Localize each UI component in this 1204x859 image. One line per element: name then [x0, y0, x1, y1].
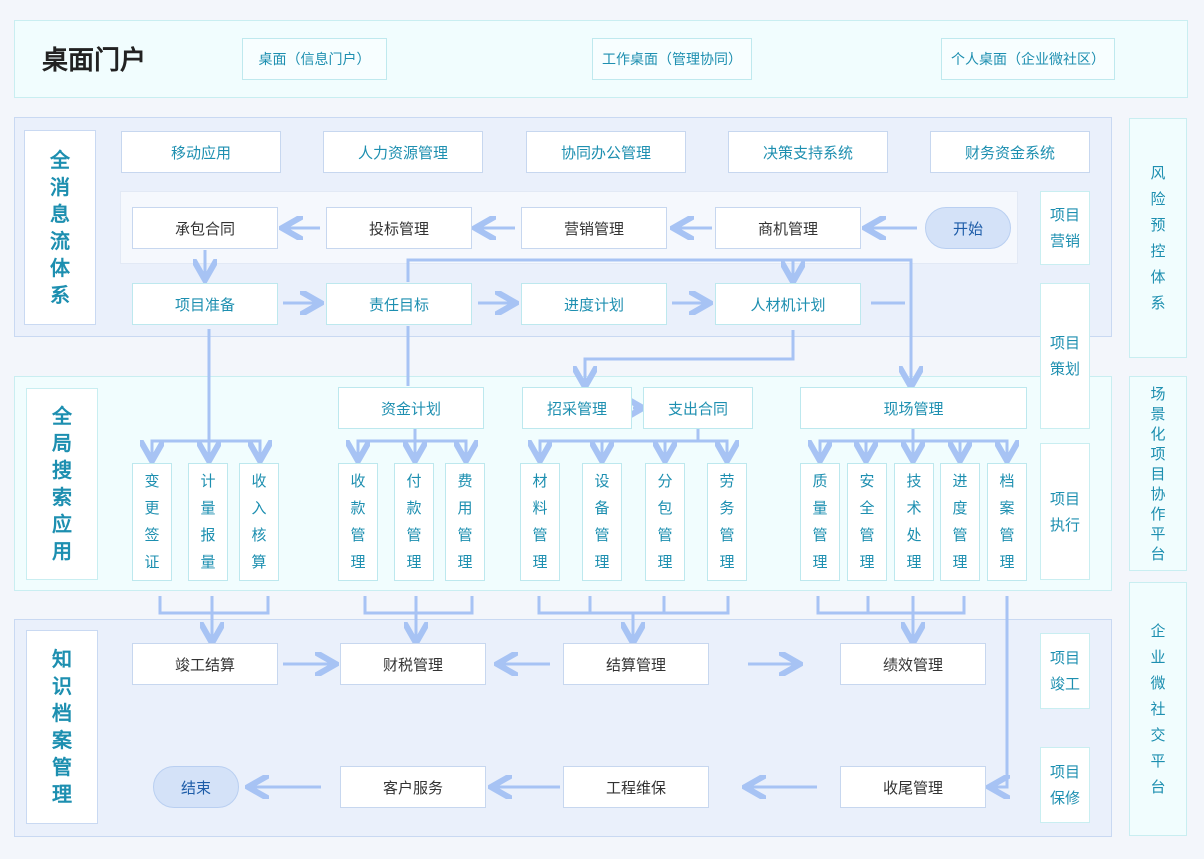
node-income-accounting[interactable]: 收 入 核 算 [239, 463, 279, 581]
node-fund-plan[interactable]: 资金计划 [338, 387, 484, 429]
node-payments[interactable]: 付 款 管 理 [394, 463, 434, 581]
bar-social-platform: 企 业 微 社 交 平 台 [1129, 582, 1187, 836]
node-expense-contract[interactable]: 支出合同 [643, 387, 753, 429]
node-expenses[interactable]: 费 用 管 理 [445, 463, 485, 581]
node-bidding[interactable]: 投标管理 [326, 207, 472, 249]
node-labor[interactable]: 劳 务 管 理 [707, 463, 747, 581]
node-measurement[interactable]: 计 量 报 量 [188, 463, 228, 581]
stage-planning: 项目 策划 [1040, 283, 1090, 429]
node-quality[interactable]: 质 量 管 理 [800, 463, 840, 581]
node-end[interactable]: 结束 [153, 766, 239, 808]
stage-warranty: 项目 保修 [1040, 747, 1090, 823]
stage-completion: 项目 竣工 [1040, 633, 1090, 709]
node-customer-service[interactable]: 客户服务 [340, 766, 486, 808]
node-start[interactable]: 开始 [925, 207, 1011, 249]
node-settlement[interactable]: 结算管理 [563, 643, 709, 685]
node-contract[interactable]: 承包合同 [132, 207, 278, 249]
node-maintenance[interactable]: 工程维保 [563, 766, 709, 808]
node-site-management[interactable]: 现场管理 [800, 387, 1027, 429]
node-technical[interactable]: 技 术 处 理 [894, 463, 934, 581]
node-finance-tax[interactable]: 财税管理 [340, 643, 486, 685]
node-resource-plan[interactable]: 人材机计划 [715, 283, 861, 325]
bar-risk-control: 风 险 预 控 体 系 [1129, 118, 1187, 358]
node-safety[interactable]: 安 全 管 理 [847, 463, 887, 581]
node-change-visa[interactable]: 变 更 签 证 [132, 463, 172, 581]
node-equipment[interactable]: 设 备 管 理 [582, 463, 622, 581]
node-archive[interactable]: 档 案 管 理 [987, 463, 1027, 581]
node-procurement[interactable]: 招采管理 [522, 387, 632, 429]
node-final-settlement[interactable]: 竣工结算 [132, 643, 278, 685]
node-materials[interactable]: 材 料 管 理 [520, 463, 560, 581]
flow-lines [0, 0, 1204, 859]
node-responsibility-target[interactable]: 责任目标 [326, 283, 472, 325]
node-sales[interactable]: 营销管理 [521, 207, 667, 249]
node-progress[interactable]: 进 度 管 理 [940, 463, 980, 581]
node-project-prep[interactable]: 项目准备 [132, 283, 278, 325]
node-schedule-plan[interactable]: 进度计划 [521, 283, 667, 325]
node-closeout[interactable]: 收尾管理 [840, 766, 986, 808]
stage-execution: 项目 执行 [1040, 443, 1090, 580]
node-opportunity[interactable]: 商机管理 [715, 207, 861, 249]
bar-scenario-platform: 场 景 化 项 目 协 作 平 台 [1129, 376, 1187, 571]
node-subcontract[interactable]: 分 包 管 理 [645, 463, 685, 581]
node-receipts[interactable]: 收 款 管 理 [338, 463, 378, 581]
stage-marketing: 项目 营销 [1040, 191, 1090, 265]
node-performance[interactable]: 绩效管理 [840, 643, 986, 685]
